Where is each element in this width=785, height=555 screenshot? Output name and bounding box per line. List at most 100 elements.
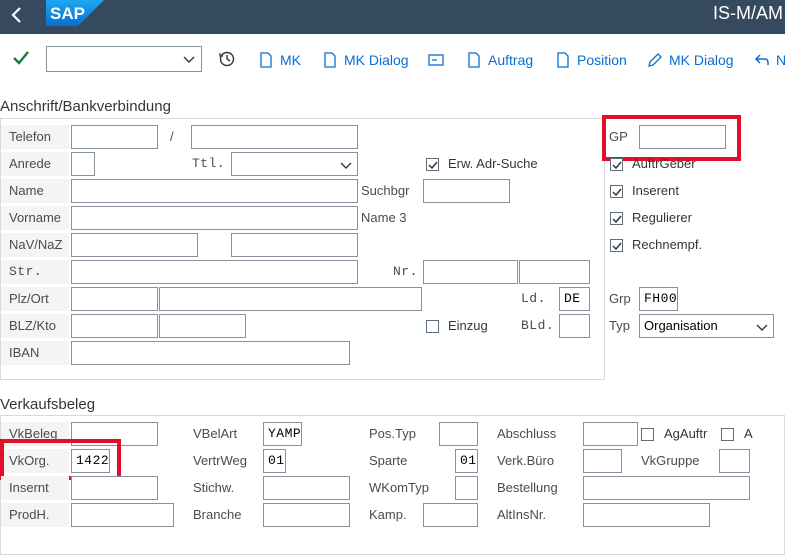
wkomtyp-input[interactable]	[455, 476, 478, 500]
mk-dialog-label: MK Dialog	[344, 52, 409, 68]
region-input[interactable]	[559, 314, 590, 338]
title-select[interactable]	[231, 152, 358, 176]
wkomtyp-label: WKomTyp	[369, 480, 429, 495]
anrede-label: Anrede	[1, 152, 69, 176]
auftraggeber-label: AuftrGeber	[632, 157, 696, 171]
position-button[interactable]: Position	[555, 50, 627, 70]
suchbgr-label: Suchbgr	[361, 183, 410, 198]
pencil-icon	[648, 53, 662, 67]
plz-ort-label: Plz/Ort	[1, 287, 69, 311]
kamp-input[interactable]	[423, 503, 478, 527]
mk-button[interactable]: MK	[258, 50, 301, 70]
next-label: N	[776, 52, 785, 68]
agauftr-checkbox[interactable]	[641, 428, 654, 441]
typ-select[interactable]: Organisation	[639, 314, 774, 338]
confirm-checkmark-icon[interactable]	[12, 50, 30, 69]
gp-highlight-box	[602, 115, 741, 161]
house-number-suffix-input[interactable]	[519, 260, 590, 284]
stichw-input[interactable]	[263, 476, 350, 500]
branche-input[interactable]	[263, 503, 350, 527]
vkgruppe-input[interactable]	[719, 449, 750, 473]
back-icon[interactable]	[10, 3, 24, 33]
vorname-input[interactable]	[71, 206, 358, 230]
vbelart-input[interactable]: YAMP	[263, 422, 302, 446]
chevron-down-icon[interactable]	[183, 53, 195, 65]
checkmark-icon	[428, 161, 438, 170]
history-icon[interactable]	[218, 50, 236, 71]
mk-dialog-button[interactable]: MK Dialog	[322, 50, 409, 70]
chevron-down-icon	[340, 162, 352, 169]
inserent-checkbox[interactable]	[610, 185, 623, 198]
abschluss-input[interactable]	[583, 422, 638, 446]
checkmark-icon	[612, 215, 622, 224]
plz-input[interactable]	[71, 287, 158, 311]
auftraggeber-checkbox[interactable]	[610, 158, 623, 171]
anschrift-section-title: Anschrift/Bankverbindung	[0, 98, 171, 115]
grp-input[interactable]: FH00	[639, 287, 678, 311]
einzug-label: Einzug	[448, 318, 488, 333]
sparte-input[interactable]: 01	[455, 449, 478, 473]
anrede-input[interactable]	[71, 152, 95, 176]
a-label: A	[744, 426, 753, 441]
vkorg-highlight-box	[0, 439, 121, 480]
branche-label: Branche	[193, 507, 242, 522]
altinsnr-label: AltInsNr.	[497, 507, 547, 522]
auftrag-button[interactable]: Auftrag	[466, 50, 533, 70]
house-number-input[interactable]	[423, 260, 518, 284]
einzug-checkbox[interactable]	[426, 320, 439, 333]
mk-dialog-edit-button[interactable]: MK Dialog	[647, 50, 734, 70]
ort-input[interactable]	[159, 287, 422, 311]
ld-label: Ld.	[521, 291, 546, 306]
blz-kto-label: BLZ/Kto	[1, 314, 69, 338]
a-checkbox[interactable]	[721, 428, 734, 441]
command-field[interactable]	[46, 46, 202, 72]
document-icon	[468, 52, 480, 68]
rechnempf-label: Rechnempf.	[632, 237, 703, 252]
postyp-input[interactable]	[439, 422, 478, 446]
prodh-input[interactable]	[71, 503, 174, 527]
shell-bar	[0, 0, 785, 34]
verkburo-input[interactable]	[583, 449, 622, 473]
sap-logo-text: SAP	[50, 4, 85, 23]
kto-input[interactable]	[159, 314, 246, 338]
bestellung-input[interactable]	[583, 476, 750, 500]
name-label: Name	[1, 179, 69, 203]
next-button[interactable]: N	[754, 50, 785, 70]
typ-label: Typ	[609, 318, 630, 333]
app-title: IS-M/AM	[713, 3, 783, 23]
mk-label: MK	[280, 52, 301, 68]
country-input[interactable]: DE	[559, 287, 590, 311]
regulierer-label: Regulierer	[632, 210, 692, 225]
checkmark-icon	[612, 161, 622, 170]
nav-input[interactable]	[71, 233, 198, 257]
card-button[interactable]	[428, 50, 444, 70]
iban-label: IBAN	[1, 341, 69, 365]
prodh-label: ProdH.	[1, 503, 69, 527]
bld-label: BLd.	[521, 318, 555, 333]
suchbgr-input[interactable]	[423, 179, 510, 203]
blz-input[interactable]	[71, 314, 158, 338]
erw-adr-suche-label: Erw. Adr-Suche	[448, 156, 538, 171]
rechnempf-checkbox[interactable]	[610, 239, 623, 252]
telefon-extension-input[interactable]	[191, 125, 358, 149]
nr-label: Nr.	[393, 264, 418, 279]
insernt-input[interactable]	[71, 476, 158, 500]
card-icon	[428, 54, 444, 66]
document-icon	[557, 52, 569, 68]
erw-adr-suche-checkbox[interactable]	[426, 158, 439, 171]
document-icon	[324, 52, 336, 68]
agauftr-label: AgAuftr	[664, 426, 708, 441]
telefon-label: Telefon	[1, 125, 69, 149]
naz-input[interactable]	[231, 233, 358, 257]
checkmark-icon	[612, 188, 622, 197]
telefon-input[interactable]	[71, 125, 158, 149]
sap-logo: SAP	[46, 0, 104, 26]
regulierer-checkbox[interactable]	[610, 212, 623, 225]
street-input[interactable]	[71, 260, 358, 284]
name-input[interactable]	[71, 179, 358, 203]
iban-input[interactable]	[71, 341, 350, 365]
altinsnr-input[interactable]	[583, 503, 710, 527]
vertrweg-input[interactable]: 01	[263, 449, 286, 473]
stichw-label: Stichw.	[193, 480, 235, 495]
verkaufsbeleg-section-title: Verkaufsbeleg	[0, 396, 96, 413]
